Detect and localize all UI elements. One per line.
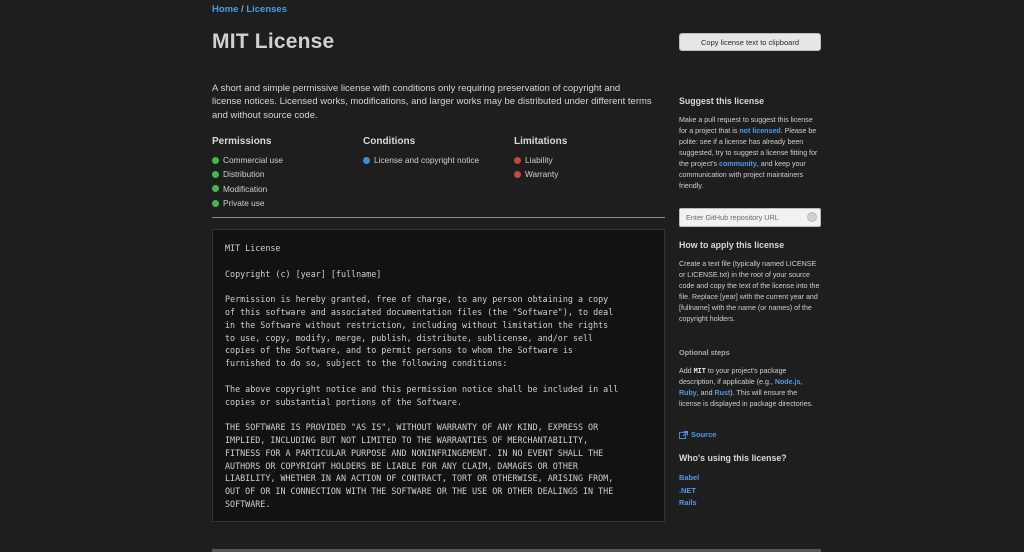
nodejs-link[interactable]: Node.js — [775, 378, 801, 386]
conditions-column: Conditions License and copyright notice — [363, 136, 514, 210]
permissions-heading: Permissions — [212, 136, 272, 147]
permission-item: Private use — [212, 196, 363, 210]
not-licensed-link[interactable]: not licensed — [739, 127, 780, 135]
breadcrumb-licenses-link[interactable]: Licenses — [246, 4, 287, 15]
permission-item: Commercial use — [212, 153, 363, 167]
copy-license-button[interactable]: Copy license text to clipboard — [679, 33, 821, 51]
conditions-list: License and copyright notice — [363, 153, 514, 167]
apply-heading: How to apply this license — [679, 240, 785, 250]
permission-label: Commercial use — [223, 155, 283, 165]
page-title: MIT License — [212, 30, 335, 53]
apply-text: Create a text file (typically named LICE… — [679, 260, 820, 323]
red-dot-icon — [514, 170, 521, 178]
green-dot-icon — [212, 199, 219, 207]
blue-dot-icon — [363, 156, 370, 164]
optional-text-part: , and — [696, 389, 715, 397]
community-link[interactable]: community — [719, 160, 757, 168]
suggest-text: Make a pull request to suggest this lice… — [679, 115, 821, 192]
circle-icon — [807, 212, 817, 222]
users-section: Who's using this license? Babel .NET Rai… — [679, 453, 821, 510]
source-link-label: Source — [691, 430, 717, 439]
ruby-link[interactable]: Ruby — [679, 389, 697, 397]
optional-steps-text: Add MIT to your project's package descri… — [679, 366, 821, 410]
limitations-column: Limitations Liability Warranty — [514, 136, 665, 210]
section-divider — [212, 217, 665, 218]
optional-steps-title: Optional steps — [679, 348, 730, 357]
permission-item: Distribution — [212, 167, 363, 181]
optional-steps-section: Optional steps — [679, 347, 821, 358]
limitation-item: Liability — [514, 153, 665, 167]
suggest-section: Suggest this license Make a pull request… — [679, 96, 821, 192]
red-dot-icon — [514, 156, 521, 164]
user-link-dotnet[interactable]: .NET — [679, 485, 821, 498]
license-text-notice: The above copyright notice and this perm… — [225, 383, 619, 407]
source-section: Source — [679, 429, 821, 440]
apply-section: How to apply this license Create a text … — [679, 240, 821, 325]
green-dot-icon — [212, 185, 219, 193]
condition-label: License and copyright notice — [374, 155, 480, 165]
limitation-label: Warranty — [525, 169, 559, 180]
license-text-title: MIT License — [225, 243, 281, 253]
license-text-copyright: Copyright (c) [year] [fullname] — [225, 268, 382, 279]
permissions-column: Permissions Commercial use Distribution … — [212, 136, 363, 210]
limitations-heading: Limitations — [514, 136, 568, 147]
limitation-label: Liability — [525, 155, 553, 165]
license-description: A short and simple permissive license wi… — [212, 83, 652, 121]
license-rules: Permissions Commercial use Distribution … — [212, 136, 665, 210]
breadcrumb-home-link[interactable]: Home — [212, 4, 238, 15]
optional-text-part: , — [800, 378, 803, 386]
permission-label: Distribution — [223, 169, 265, 180]
condition-item: License and copyright notice — [363, 153, 514, 167]
limitations-list: Liability Warranty — [514, 153, 665, 182]
user-link-babel[interactable]: Babel — [679, 472, 821, 485]
optional-steps-text-block: Add MIT to your project's package descri… — [679, 366, 821, 410]
source-link[interactable]: Source — [679, 429, 821, 440]
user-link-rails[interactable]: Rails — [679, 497, 821, 510]
green-dot-icon — [212, 156, 219, 164]
permissions-list: Commercial use Distribution Modification… — [212, 153, 363, 210]
conditions-heading: Conditions — [363, 136, 416, 147]
green-dot-icon — [212, 170, 219, 178]
optional-text-part: Add — [679, 367, 694, 375]
permission-label: Modification — [223, 183, 268, 194]
external-link-icon — [679, 430, 688, 439]
suggest-heading: Suggest this license — [679, 96, 765, 106]
license-text-permission: Permission is hereby granted, free of ch… — [225, 294, 614, 369]
limitation-item: Warranty — [514, 167, 665, 181]
license-page: Home / Licenses MIT License Copy license… — [0, 0, 1024, 552]
license-text-box[interactable]: MIT License Copyright (c) [year] [fullna… — [212, 229, 665, 522]
breadcrumb: Home / Licenses — [212, 4, 287, 15]
users-heading: Who's using this license? — [679, 453, 787, 463]
permission-item: Modification — [212, 182, 363, 196]
repository-url-input[interactable] — [679, 208, 821, 227]
rust-link[interactable]: Rust — [714, 389, 730, 397]
permission-label: Private use — [223, 197, 265, 208]
mit-code: MIT — [693, 367, 706, 375]
license-text-warranty: THE SOFTWARE IS PROVIDED "AS IS", WITHOU… — [225, 422, 614, 509]
